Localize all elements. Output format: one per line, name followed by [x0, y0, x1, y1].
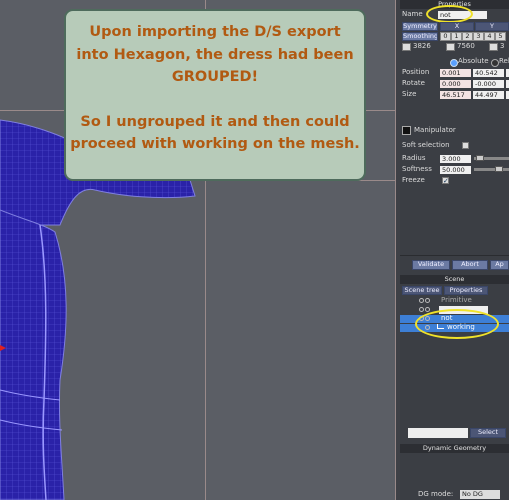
edge-count-icon	[489, 43, 498, 51]
freeze-checkbox-icon[interactable]: ✓	[442, 177, 449, 185]
note-line: into Hexagon, the dress had been	[76, 46, 354, 63]
vertex-count: 3826	[413, 42, 431, 50]
tree-row[interactable]: Primitive	[400, 296, 509, 305]
rotate-label: Rotate	[402, 79, 425, 87]
size-x-field[interactable]: 46.517	[440, 91, 471, 99]
relative-label: Rel	[499, 57, 509, 65]
sym-y-button[interactable]: Y	[475, 22, 509, 31]
dg-mode-select[interactable]: No DG	[460, 490, 500, 499]
annotation-note: Upon importing the D/S export into Hexag…	[64, 9, 366, 181]
softness-label: Softness	[402, 165, 432, 173]
manipulator-label: Manipulator	[414, 126, 456, 134]
expand-icon[interactable]	[419, 307, 424, 312]
select-button[interactable]: Select	[470, 428, 506, 438]
soft-selection-label: Soft selection	[402, 141, 450, 149]
radius-field[interactable]: 3.000	[440, 155, 471, 163]
relative-radio-icon[interactable]	[491, 59, 499, 67]
smooth-level-1[interactable]: 1	[451, 32, 462, 41]
note-line: GROUPED!	[171, 69, 259, 85]
softness-slider[interactable]	[474, 168, 509, 171]
manipulator-icon	[402, 126, 411, 135]
face-count-icon	[446, 43, 455, 51]
size-label: Size	[402, 90, 417, 98]
abort-button[interactable]: Abort	[452, 260, 488, 270]
right-panel: Properties Name not Symmetry X Y Smoothi…	[400, 0, 509, 500]
highlight-ring	[426, 5, 473, 23]
dynamic-geometry-header: Dynamic Geometry	[400, 444, 509, 453]
face-count: 7560	[457, 42, 475, 50]
soft-selection-checkbox-icon[interactable]	[462, 142, 469, 149]
scene-header: Scene	[400, 275, 509, 284]
smooth-level-3[interactable]: 3	[473, 32, 484, 41]
size-y-field[interactable]: 44.497	[473, 91, 504, 99]
softness-slider-knob[interactable]	[495, 166, 503, 172]
eye-icon[interactable]	[425, 307, 430, 312]
select-input[interactable]	[408, 428, 468, 438]
smooth-level-2[interactable]: 2	[462, 32, 473, 41]
position-label: Position	[402, 68, 430, 76]
softness-field[interactable]: 50.000	[440, 166, 471, 174]
edge-count: 3	[500, 42, 505, 50]
rotate-y-field[interactable]: -0.000	[473, 80, 504, 88]
dg-mode-label: DG mode:	[418, 490, 454, 498]
highlight-ring	[415, 309, 499, 339]
absolute-label: Absolute	[458, 57, 489, 65]
eye-icon[interactable]	[425, 298, 430, 303]
symmetry-button[interactable]: Symmetry	[402, 22, 438, 31]
position-y-field[interactable]: 40.542	[473, 69, 504, 77]
expand-icon[interactable]	[419, 298, 424, 303]
validate-button[interactable]: Validate	[412, 260, 450, 270]
rotate-x-field[interactable]: 0.000	[440, 80, 471, 88]
radius-label: Radius	[402, 154, 426, 162]
position-x-field[interactable]: 0.001	[440, 69, 471, 77]
smooth-level-0[interactable]: 0	[440, 32, 451, 41]
name-label: Name	[402, 10, 423, 18]
tab-scene-tree[interactable]: Scene tree	[402, 286, 442, 295]
smoothing-button[interactable]: Smoothing	[402, 32, 438, 41]
tab-properties[interactable]: Properties	[444, 286, 488, 295]
apply-button[interactable]: Ap	[490, 260, 509, 270]
note-line: Upon importing the D/S export	[89, 24, 341, 40]
sym-x-button[interactable]: X	[440, 22, 474, 31]
3d-viewport[interactable]: Upon importing the D/S export into Hexag…	[0, 0, 396, 500]
tree-item-label: Primitive	[441, 296, 472, 304]
freeze-label: Freeze	[402, 176, 425, 184]
note-line: proceed with working on the mesh.	[70, 136, 360, 152]
radius-slider-knob[interactable]	[476, 155, 484, 161]
note-line: So I ungrouped it and then could	[80, 113, 350, 130]
vertex-count-icon	[402, 43, 411, 51]
absolute-radio-icon[interactable]	[450, 59, 458, 67]
smooth-level-4[interactable]: 4	[484, 32, 495, 41]
smooth-level-5[interactable]: 5	[495, 32, 506, 41]
